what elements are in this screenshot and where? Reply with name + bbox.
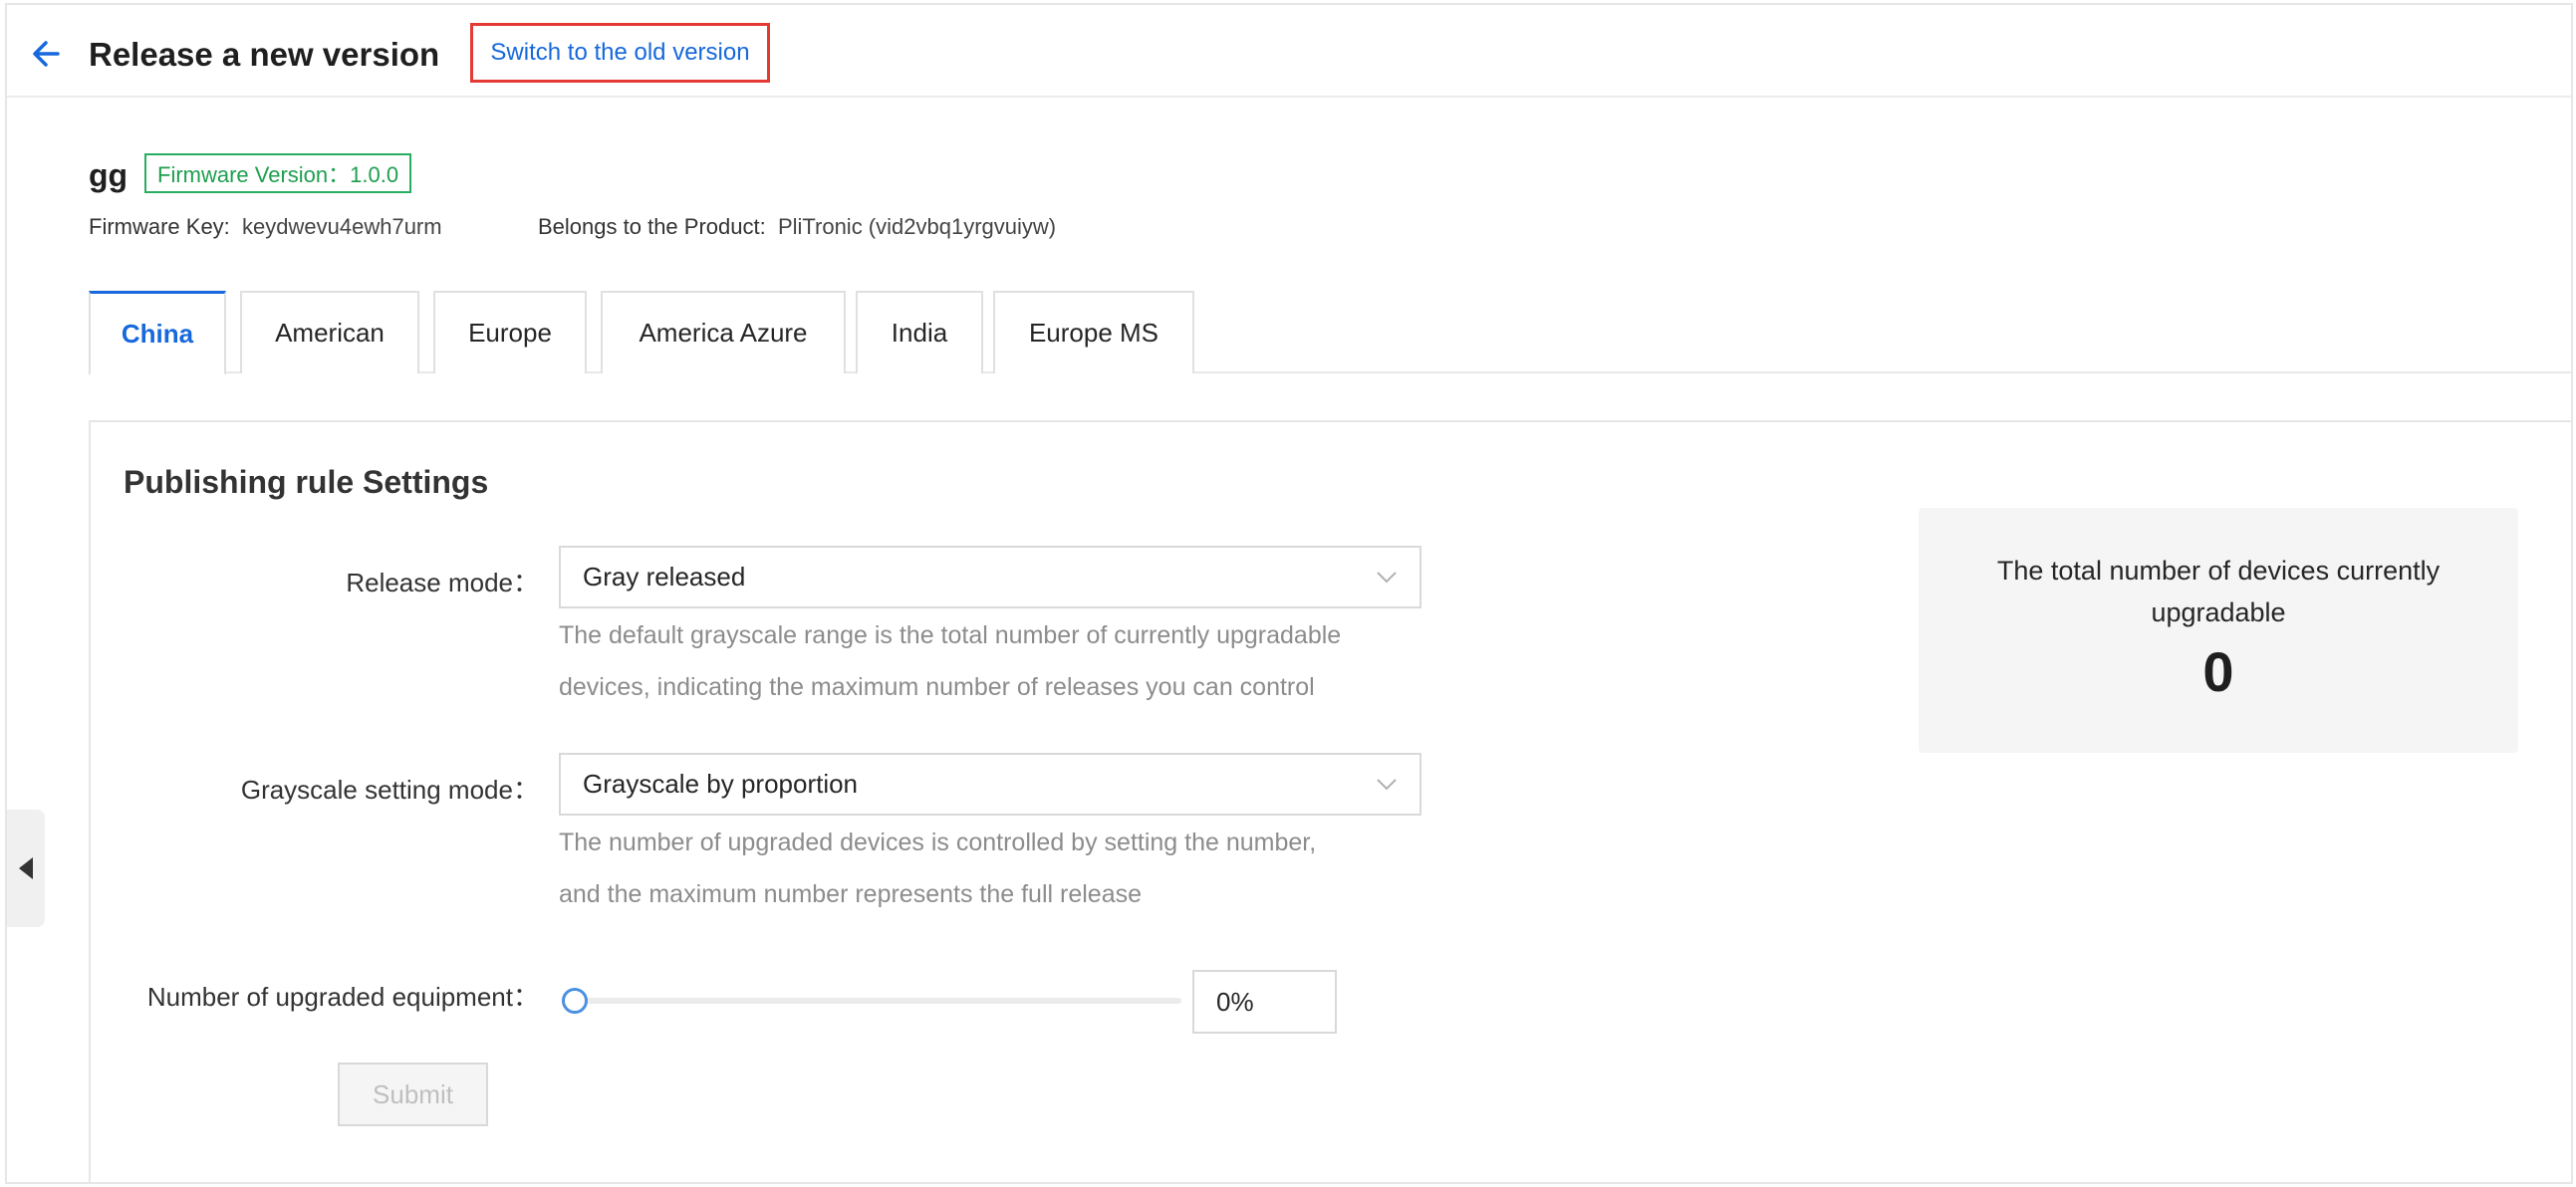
tab-america-azure[interactable]: America Azure: [601, 291, 846, 373]
publishing-rules-card: Publishing rule Settings Release mode： G…: [89, 420, 2571, 1182]
firmware-key: Firmware Key: keydwevu4ewh7urm: [89, 214, 442, 240]
chevron-down-icon: [1377, 572, 1397, 584]
upgrade-percent-input[interactable]: 0%: [1192, 970, 1337, 1034]
page-title: Release a new version: [89, 36, 440, 73]
release-mode-value: Gray released: [583, 562, 746, 592]
tab-china[interactable]: China: [89, 291, 226, 375]
grayscale-mode-value: Grayscale by proportion: [583, 769, 859, 799]
grayscale-mode-select[interactable]: Grayscale by proportion: [559, 753, 1421, 816]
firmware-key-label: Firmware Key:: [89, 214, 230, 239]
firmware-name: gg: [89, 157, 129, 193]
back-arrow-icon[interactable]: [28, 34, 68, 74]
grayscale-mode-help: The number of upgraded devices is contro…: [559, 829, 1317, 908]
switch-old-version-link[interactable]: Switch to the old version: [470, 23, 770, 83]
firmware-key-value: keydwevu4ewh7urm: [242, 214, 442, 239]
product-value: PliTronic (vid2vbq1yrgvuiyw): [777, 214, 1057, 239]
firmware-product: Belongs to the Product: PliTronic (vid2v…: [538, 214, 1056, 240]
firmware-version-badge: Firmware Version：1.0.0: [144, 153, 412, 193]
stat-value: 0: [2202, 640, 2234, 703]
product-label: Belongs to the Product:: [538, 214, 766, 239]
upgrade-slider-track[interactable]: [564, 998, 1181, 1004]
tab-europe-ms[interactable]: Europe MS: [993, 291, 1194, 373]
sidebar-collapse-toggle[interactable]: [7, 810, 45, 927]
tab-american[interactable]: American: [240, 291, 419, 373]
release-mode-help: The default grayscale range is the total…: [559, 621, 1342, 701]
section-title: Publishing rule Settings: [124, 464, 489, 500]
upgrade-slider-handle[interactable]: [562, 988, 588, 1014]
stat-label: The total number of devices currently up…: [1996, 556, 2441, 627]
release-mode-select[interactable]: Gray released: [559, 546, 1421, 608]
page-frame: Release a new version Switch to the old …: [5, 3, 2573, 1184]
tab-india[interactable]: India: [856, 291, 983, 373]
tab-europe[interactable]: Europe: [433, 291, 587, 373]
chevron-down-icon: [1377, 779, 1397, 791]
upgradable-devices-stat: The total number of devices currently up…: [1919, 508, 2518, 753]
upgraded-equipment-label: Number of upgraded equipment：: [146, 982, 539, 1012]
submit-button[interactable]: Submit: [338, 1063, 488, 1126]
grayscale-mode-label: Grayscale setting mode：: [240, 775, 539, 805]
caret-left-icon: [19, 857, 33, 879]
page-header: Release a new version Switch to the old …: [7, 5, 2571, 98]
release-mode-label: Release mode：: [346, 568, 539, 597]
